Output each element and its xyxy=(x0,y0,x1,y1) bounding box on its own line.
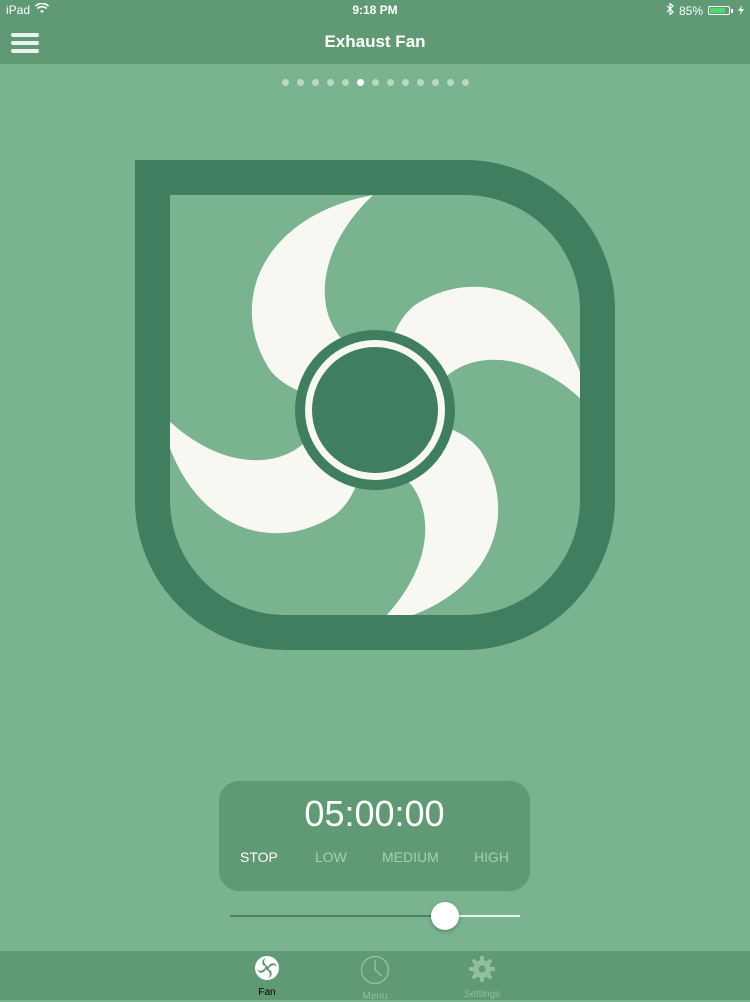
tab-label: Menu xyxy=(362,991,388,1002)
page-title: Exhaust Fan xyxy=(324,32,426,51)
page-dot[interactable] xyxy=(281,79,289,86)
speed-stop-button[interactable]: STOP xyxy=(240,849,278,865)
gear-icon xyxy=(468,956,496,987)
tab-label: Settings xyxy=(463,989,501,1000)
charging-icon xyxy=(738,4,744,18)
speed-low-button[interactable]: LOW xyxy=(315,849,347,865)
clock-icon xyxy=(360,955,390,989)
page-dot[interactable] xyxy=(461,79,469,86)
page-dot[interactable] xyxy=(401,79,409,86)
battery-icon xyxy=(708,6,730,15)
tab-menu[interactable]: Menu xyxy=(345,955,405,1002)
speed-slider[interactable] xyxy=(230,902,520,930)
slider-thumb[interactable] xyxy=(430,902,459,930)
fan-hub xyxy=(312,347,438,473)
timer-display[interactable]: 05:00:00 xyxy=(219,793,530,835)
tab-fan[interactable]: Fan xyxy=(237,955,297,998)
page-dot[interactable] xyxy=(446,79,454,86)
tab-label: Fan xyxy=(258,987,276,998)
speed-high-button[interactable]: HIGH xyxy=(474,849,509,865)
page-dot[interactable] xyxy=(326,79,334,86)
page-indicator[interactable] xyxy=(0,79,750,86)
page-dot[interactable] xyxy=(296,79,304,86)
tab-settings[interactable]: Settings xyxy=(452,955,512,1000)
status-bar: iPad 9:18 PM 85% xyxy=(0,0,750,20)
navigation-bar: Exhaust Fan xyxy=(0,20,750,64)
fan-icon xyxy=(254,956,280,985)
page-dot[interactable] xyxy=(431,79,439,86)
battery-percent: 85% xyxy=(678,3,703,18)
status-time: 9:18 PM xyxy=(352,3,398,17)
page-dot[interactable] xyxy=(341,79,349,86)
tab-bar: Fan Menu Settings xyxy=(0,951,750,1002)
page-dot[interactable] xyxy=(386,79,394,86)
page-dot[interactable] xyxy=(371,79,379,86)
fan-control-panel: 05:00:00 STOP LOW MEDIUM HIGH xyxy=(219,781,530,891)
page-dot[interactable] xyxy=(311,79,319,86)
bluetooth-icon xyxy=(666,2,674,18)
page-dot[interactable] xyxy=(416,79,424,86)
battery-tip xyxy=(731,8,733,13)
speed-medium-button[interactable]: MEDIUM xyxy=(382,849,439,865)
exhaust-fan-illustration xyxy=(130,155,620,660)
page-dot[interactable] xyxy=(356,79,364,86)
